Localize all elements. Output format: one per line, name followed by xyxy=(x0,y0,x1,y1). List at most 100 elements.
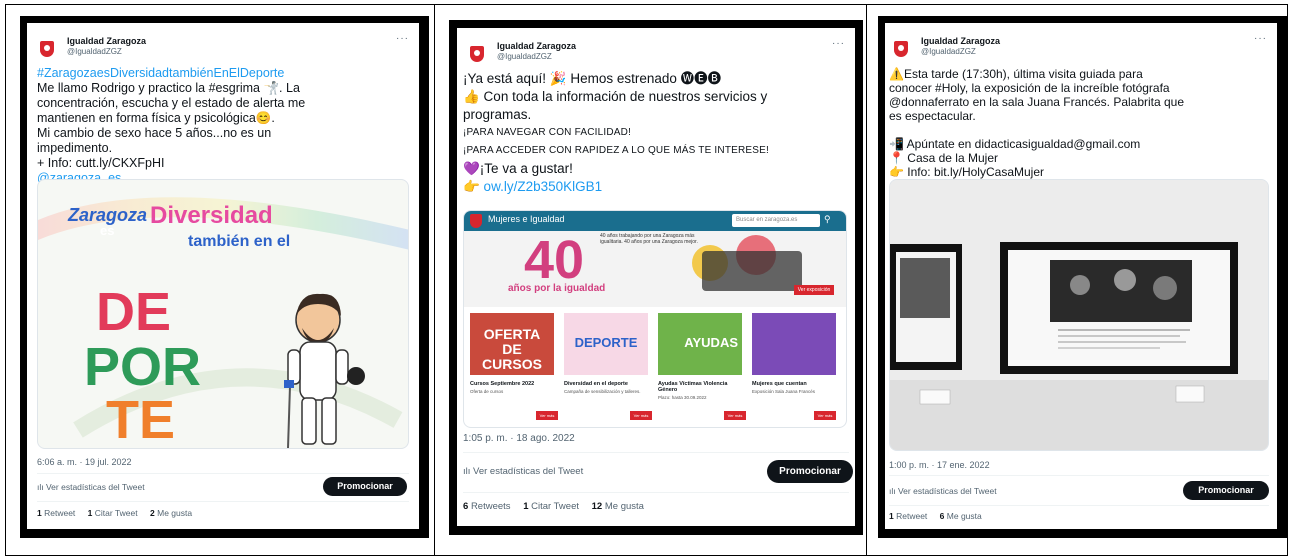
account-name[interactable]: Igualdad Zaragoza xyxy=(921,36,1000,46)
tweet-line: programas. xyxy=(463,107,532,122)
poster-deporte-3: TE xyxy=(106,390,175,449)
account-name[interactable]: Igualdad Zaragoza xyxy=(497,41,576,51)
retweets-link[interactable]: Retweet xyxy=(896,511,927,521)
fencer-illustration xyxy=(284,293,365,448)
hero-photo xyxy=(702,251,802,291)
tweet-line: 💜¡Te va a gustar! xyxy=(463,161,573,176)
promote-button[interactable]: Promocionar xyxy=(323,477,407,496)
hero-number: 40 xyxy=(524,230,585,290)
likes-link[interactable]: Me gusta xyxy=(157,508,192,518)
engagement-row: 1 Retweet 1 Citar Tweet 2 Me gusta xyxy=(37,508,202,518)
tweet-line: concentración, escucha y el estado de al… xyxy=(37,96,306,110)
account-avatar[interactable] xyxy=(891,35,911,59)
retweet-count: 1 xyxy=(37,508,42,518)
account-handle[interactable]: @IgualdadZGZ xyxy=(921,47,976,56)
poster-es: es xyxy=(100,223,114,238)
poster-zaragoza: Zaragoza xyxy=(67,205,147,225)
view-stats-link[interactable]: ılı Ver estadísticas del Tweet xyxy=(463,466,583,477)
hashtag-link[interactable]: #ZaragozaesDiversidadtambiénEnElDeporte xyxy=(37,66,411,81)
stats-label: Ver estadísticas del Tweet xyxy=(897,486,997,496)
site-hero: 40 años por la igualdad 40 años trabajan… xyxy=(464,230,846,307)
site-title: Mujeres e Igualdad xyxy=(488,214,565,224)
view-stats-link[interactable]: ılı Ver estadísticas del Tweet xyxy=(37,482,145,492)
info-link[interactable]: 👉 Info: bit.ly/HolyCasaMujer xyxy=(889,165,1269,179)
retweets-link[interactable]: Retweet xyxy=(44,508,75,518)
poster-deporte-2: POR xyxy=(84,337,201,397)
tweet-text: #ZaragozaesDiversidadtambiénEnElDeporte … xyxy=(37,66,411,186)
poster-tambien: también en el xyxy=(188,233,290,250)
promote-button[interactable]: Promocionar xyxy=(1183,481,1269,500)
tweet-header: Igualdad Zaragoza @IgualdadZGZ ··· xyxy=(891,33,1267,61)
site-search-input[interactable]: Buscar en zaragoza.es xyxy=(732,214,820,227)
tweet-line: ⚠️Esta tarde (17:30h), última visita gui… xyxy=(889,67,1143,81)
account-handle[interactable]: @IgualdadZGZ xyxy=(67,47,122,56)
like-count: 6 xyxy=(939,511,945,521)
info-link[interactable]: + Info: cutt.ly/CKXFpHI xyxy=(37,156,411,171)
card-title-2: Diversidad en el deporte xyxy=(564,381,628,387)
tweet-line: 👍 Con toda la información de nuestros se… xyxy=(463,89,768,104)
card-button-3[interactable]: Ver más xyxy=(724,411,746,420)
tweet-line: impedimento. xyxy=(37,141,113,155)
likes-link[interactable]: Me gusta xyxy=(947,511,982,521)
tweet-line: Me llamo Rodrigo y practico la #esgrima … xyxy=(37,81,300,95)
tweet-text: ¡Ya está aquí! 🎉 Hemos estrenado 🅦🅔🅑 👍 C… xyxy=(463,70,847,196)
view-stats-link[interactable]: ılı Ver estadísticas del Tweet xyxy=(889,486,997,496)
column-divider xyxy=(434,4,435,556)
quotes-link[interactable]: Citar Tweet xyxy=(531,501,579,512)
more-options-icon[interactable]: ··· xyxy=(832,38,845,49)
zaragoza-shield-icon xyxy=(894,41,908,57)
retweets-link[interactable]: Retweets xyxy=(471,501,511,512)
card-button-4[interactable]: Ver más xyxy=(814,411,836,420)
card-title-4: Mujeres que cuentan xyxy=(752,381,807,387)
tweet-line: Mi cambio de sexo hace 5 años...no es un xyxy=(37,126,272,140)
hero-button[interactable]: Ver exposición xyxy=(794,285,834,295)
tweet-timestamp[interactable]: 1:00 p. m. · 17 ene. 2022 xyxy=(889,460,990,470)
card-image-2[interactable]: DEPORTE xyxy=(564,313,648,375)
divider xyxy=(37,473,409,474)
tweet-text: ⚠️Esta tarde (17:30h), última visita gui… xyxy=(889,67,1269,179)
tweet-card-2: Igualdad Zaragoza @IgualdadZGZ ··· ¡Ya e… xyxy=(457,28,855,526)
tweet-card-1: Igualdad Zaragoza @IgualdadZGZ ··· #Zara… xyxy=(27,23,419,529)
tweet-line: @donnaferrato en la sala Juana Francés. … xyxy=(889,95,1185,109)
like-count: 2 xyxy=(150,508,155,518)
tweet-timestamp[interactable]: 1:05 p. m. · 18 ago. 2022 xyxy=(463,433,575,444)
tweet-line: ¡Ya está aquí! 🎉 Hemos estrenado 🅦🅔🅑 xyxy=(463,71,722,86)
card-button-2[interactable]: Ver más xyxy=(630,411,652,420)
stats-label: Ver estadísticas del Tweet xyxy=(473,466,584,477)
more-options-icon[interactable]: ··· xyxy=(396,33,409,44)
card-button-1[interactable]: Ver más xyxy=(536,411,558,420)
site-cards: OFERTA DE CURSOS DEPORTE AYUDAS Cursos S… xyxy=(464,307,846,427)
stats-icon: ılı xyxy=(37,482,46,492)
column-divider xyxy=(866,4,867,556)
more-options-icon[interactable]: ··· xyxy=(1254,33,1267,44)
account-avatar[interactable] xyxy=(467,40,487,64)
tweet-timestamp[interactable]: 6:06 a. m. · 19 jul. 2022 xyxy=(37,457,132,467)
card-desc-3: Plazo: hasta 30.09.2022 xyxy=(658,395,707,400)
ow-ly-link[interactable]: 👉 ow.ly/Z2b350KlGB1 xyxy=(463,178,847,196)
tweet-line: conocer #Holy, la exposición de la incre… xyxy=(889,81,1170,95)
zaragoza-shield-icon xyxy=(40,41,54,57)
tweet-image[interactable] xyxy=(889,179,1269,451)
tweet-line: es espectacular. xyxy=(889,109,976,123)
card-desc-4: Exposición Sala Juana Francés xyxy=(752,389,816,394)
divider xyxy=(37,501,409,502)
engagement-row: 6 Retweets 1 Citar Tweet 12 Me gusta xyxy=(463,501,654,512)
account-name[interactable]: Igualdad Zaragoza xyxy=(67,36,146,46)
tweet-line: ¡PARA NAVEGAR CON FACILIDAD! xyxy=(463,127,632,138)
quotes-link[interactable]: Citar Tweet xyxy=(95,508,138,518)
account-handle[interactable]: @IgualdadZGZ xyxy=(497,52,552,61)
tweet-image[interactable]: Mujeres e Igualdad Buscar en zaragoza.es… xyxy=(463,210,847,428)
card-image-4[interactable] xyxy=(752,313,836,375)
promote-button[interactable]: Promocionar xyxy=(767,460,853,483)
quote-count: 1 xyxy=(523,501,529,512)
card-title-1: Cursos Septiembre 2022 xyxy=(470,381,535,387)
tweet-image[interactable]: Zaragoza es Diversidad también en el DE … xyxy=(37,179,409,449)
search-icon[interactable]: ⚲ xyxy=(824,214,831,225)
divider xyxy=(889,505,1269,506)
card-image-3[interactable]: AYUDAS xyxy=(658,313,742,375)
card-image-1[interactable]: OFERTA DE CURSOS xyxy=(470,313,554,375)
likes-link[interactable]: Me gusta xyxy=(605,501,644,512)
card-desc-1: Oferta de cursos xyxy=(470,389,504,394)
account-avatar[interactable] xyxy=(37,35,57,59)
